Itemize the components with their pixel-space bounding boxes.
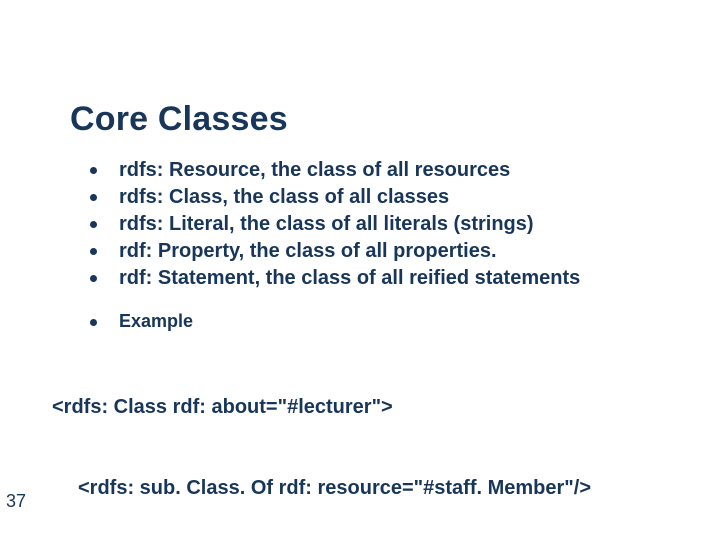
list-item: rdfs: Literal, the class of all literals…: [90, 212, 650, 237]
bullet-text: rdf: Property, the class of all properti…: [119, 239, 497, 264]
example-label: Example: [119, 310, 193, 332]
bullet-text: rdfs: Class, the class of all classes: [119, 185, 449, 210]
example-section: Example: [90, 310, 650, 338]
list-item: rdfs: Class, the class of all classes: [90, 185, 650, 210]
bullet-icon: [90, 221, 97, 228]
slide-title: Core Classes: [70, 100, 288, 139]
list-item: Example: [90, 310, 650, 332]
code-line: <rdfs: sub. Class. Of rdf: resource="#st…: [52, 475, 672, 502]
page-number: 37: [6, 491, 26, 512]
list-item: rdf: Property, the class of all properti…: [90, 239, 650, 264]
bullet-text: rdfs: Resource, the class of all resourc…: [119, 158, 510, 183]
bullet-list: rdfs: Resource, the class of all resourc…: [90, 158, 650, 293]
slide: Core Classes rdfs: Resource, the class o…: [0, 0, 720, 540]
bullet-icon: [90, 194, 97, 201]
bullet-icon: [90, 275, 97, 282]
bullet-text: rdfs: Literal, the class of all literals…: [119, 212, 534, 237]
bullet-icon: [90, 319, 97, 326]
list-item: rdfs: Resource, the class of all resourc…: [90, 158, 650, 183]
bullet-icon: [90, 167, 97, 174]
bullet-text: rdf: Statement, the class of all reified…: [119, 266, 580, 291]
bullet-icon: [90, 248, 97, 255]
list-item: rdf: Statement, the class of all reified…: [90, 266, 650, 291]
code-block: <rdfs: Class rdf: about="#lecturer"> <rd…: [52, 340, 672, 540]
code-line: <rdfs: Class rdf: about="#lecturer">: [52, 394, 672, 421]
